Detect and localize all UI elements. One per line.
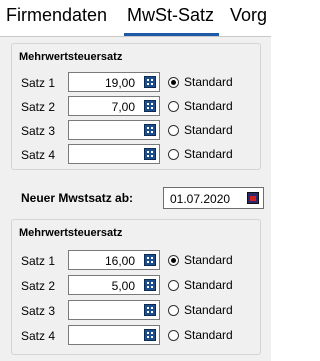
active-tab-indicator: [124, 33, 219, 36]
radio-label: Standard: [184, 99, 233, 113]
rate-input-4[interactable]: [68, 325, 160, 345]
radio-label: Standard: [184, 123, 233, 137]
rate-label: Satz 1: [21, 76, 56, 90]
calendar-icon[interactable]: [247, 192, 259, 204]
radio-label: Standard: [184, 303, 233, 317]
rate-label: Satz 3: [21, 124, 56, 138]
rate-input-1[interactable]: 16,00: [68, 250, 160, 270]
calculator-icon[interactable]: [144, 124, 156, 136]
calculator-icon[interactable]: [144, 279, 156, 291]
rate-value: 5,00: [111, 279, 135, 293]
radio-icon[interactable]: [168, 305, 179, 316]
rate-input-2[interactable]: 7,00: [68, 96, 160, 116]
group-title: Mehrwertsteuersatz: [19, 227, 123, 239]
radio-label: Standard: [184, 75, 233, 89]
new-rate-date-row: Neuer Mwstsatz ab: 01.07.2020: [17, 187, 264, 209]
new-rate-label: Neuer Mwstsatz ab:: [21, 191, 134, 205]
rate-row-2: Satz 2 7,00 Standard: [12, 96, 260, 118]
calculator-icon[interactable]: [144, 76, 156, 88]
rate-input-3[interactable]: [68, 300, 160, 320]
radio-label: Standard: [184, 328, 233, 342]
rate-value: 7,00: [111, 100, 135, 114]
rate-label: Satz 4: [21, 148, 56, 162]
rate-value: 16,00: [104, 254, 135, 268]
rate-input-3[interactable]: [68, 120, 160, 140]
tab-vorg[interactable]: Vorg: [230, 3, 267, 27]
tab-firmendaten[interactable]: Firmendaten: [6, 3, 107, 27]
rate-row-1: Satz 1 16,00 Standard: [12, 250, 260, 272]
rate-label: Satz 3: [21, 304, 56, 318]
radio-icon[interactable]: [168, 255, 179, 266]
rate-row-3: Satz 3 Standard: [12, 300, 260, 322]
radio-icon[interactable]: [168, 330, 179, 341]
rate-row-4: Satz 4 Standard: [12, 325, 260, 347]
rate-label: Satz 4: [21, 329, 56, 343]
radio-icon[interactable]: [168, 280, 179, 291]
rate-row-4: Satz 4 Standard: [12, 144, 260, 166]
radio-icon[interactable]: [168, 149, 179, 160]
new-rate-date-input[interactable]: 01.07.2020: [163, 187, 264, 209]
tab-panel: Mehrwertsteuersatz Satz 1 19,00 Standard…: [0, 37, 271, 361]
rate-label: Satz 2: [21, 100, 56, 114]
calculator-icon[interactable]: [144, 304, 156, 316]
radio-label: Standard: [184, 253, 233, 267]
rate-input-4[interactable]: [68, 144, 160, 164]
rate-input-1[interactable]: 19,00: [68, 72, 160, 92]
radio-icon[interactable]: [168, 101, 179, 112]
rate-row-1: Satz 1 19,00 Standard: [12, 72, 260, 94]
calculator-icon[interactable]: [144, 148, 156, 160]
radio-label: Standard: [184, 147, 233, 161]
rate-input-2[interactable]: 5,00: [68, 275, 160, 295]
rate-value: 19,00: [104, 76, 135, 90]
tab-bar: Firmendaten MwSt-Satz Vorg: [0, 0, 271, 37]
calculator-icon[interactable]: [144, 100, 156, 112]
group-title: Mehrwertsteuersatz: [19, 51, 123, 63]
calculator-icon[interactable]: [144, 329, 156, 341]
rate-row-3: Satz 3 Standard: [12, 120, 260, 142]
date-value: 01.07.2020: [170, 192, 231, 206]
radio-icon[interactable]: [168, 125, 179, 136]
tab-mwst-satz[interactable]: MwSt-Satz: [127, 3, 214, 27]
rate-label: Satz 2: [21, 279, 56, 293]
radio-icon[interactable]: [168, 77, 179, 88]
rate-row-2: Satz 2 5,00 Standard: [12, 275, 260, 297]
calculator-icon[interactable]: [144, 254, 156, 266]
vat-group-current: Mehrwertsteuersatz Satz 1 19,00 Standard…: [11, 43, 261, 170]
radio-label: Standard: [184, 278, 233, 292]
vat-group-new: Mehrwertsteuersatz Satz 1 16,00 Standard…: [11, 219, 261, 355]
rate-label: Satz 1: [21, 254, 56, 268]
